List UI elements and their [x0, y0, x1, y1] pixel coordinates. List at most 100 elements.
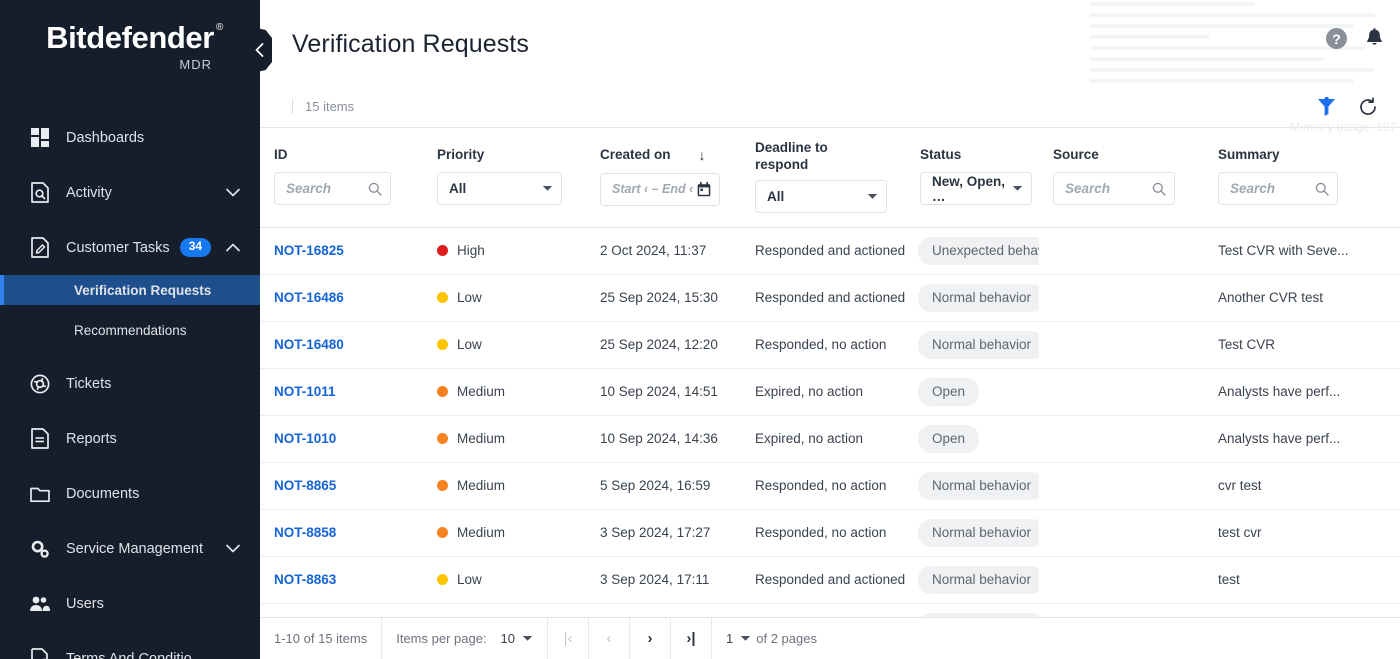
- cell-summary: Analysts have perf...: [1204, 603, 1400, 617]
- column-header-priority: Priority All: [423, 128, 586, 227]
- table-header: ID Search Priority: [260, 128, 1400, 227]
- documents-icon: [28, 482, 52, 506]
- sidebar-item-dashboards[interactable]: Dashboards: [0, 110, 260, 165]
- deadline-value: Responded, no action: [755, 525, 886, 540]
- first-page-button[interactable]: |‹: [548, 618, 589, 659]
- table-row[interactable]: NOT-8863Low3 Sep 2024, 17:11Responded an…: [260, 556, 1400, 603]
- table-row[interactable]: NOT-16825High2 Oct 2024, 11:37Responded …: [260, 227, 1400, 274]
- summary-value: Analysts have perf...: [1218, 384, 1350, 399]
- refresh-icon[interactable]: [1358, 97, 1378, 117]
- last-page-button[interactable]: ›|: [671, 618, 712, 659]
- deadline-value: Responded, no action: [755, 478, 886, 493]
- summary-search-placeholder: Search: [1230, 181, 1275, 196]
- request-id-link[interactable]: NOT-8865: [274, 478, 336, 493]
- main-content: Memory usage: 197 MB Verification Reques…: [260, 0, 1400, 659]
- column-header-created-on[interactable]: Created on ↓ Start ‹ – End ‹: [586, 128, 741, 227]
- sidebar-item-documents[interactable]: Documents: [0, 466, 260, 521]
- status-filter-select[interactable]: New, Open, …: [920, 172, 1032, 205]
- cell-status: Normal behavior: [906, 556, 1039, 603]
- cell-id: NOT-16480: [260, 321, 423, 368]
- cell-created-on: 10 Sep 2024, 14:36: [586, 415, 741, 462]
- sidebar-item-verification-requests[interactable]: Verification Requests: [0, 275, 260, 305]
- sidebar-item-service-management[interactable]: Service Management: [0, 521, 260, 576]
- help-icon[interactable]: ?: [1326, 28, 1347, 49]
- summary-value: Test CVR with Seve...: [1218, 243, 1350, 258]
- column-label: Deadline to respond: [755, 140, 867, 174]
- verification-requests-table: ID Search Priority: [260, 128, 1400, 617]
- items-per-page-control[interactable]: Items per page: 10: [382, 618, 548, 659]
- cell-priority: Medium: [423, 368, 586, 415]
- request-id-link[interactable]: NOT-16825: [274, 243, 344, 258]
- table-row[interactable]: NOT-8903Medium3 Sep 2024, 16:43Responded…: [260, 603, 1400, 617]
- request-id-link[interactable]: NOT-8863: [274, 572, 336, 587]
- summary-search-input[interactable]: Search: [1218, 172, 1338, 205]
- column-header-summary: Summary Search: [1204, 128, 1400, 227]
- cell-status: Open: [906, 368, 1039, 415]
- column-label-text: Created on: [600, 147, 671, 164]
- table-row[interactable]: NOT-8865 Medium 5 Sep 2024, 16:59 Responded…: [260, 462, 1400, 509]
- cell-summary: Another CVR test: [1204, 274, 1400, 321]
- sidebar-item-reports[interactable]: Reports: [0, 411, 260, 466]
- sidebar-subitem-label: Recommendations: [74, 323, 187, 338]
- cell-created-on: 25 Sep 2024, 15:30: [586, 274, 741, 321]
- cell-id: NOT-16825: [260, 227, 423, 274]
- request-id-link[interactable]: NOT-1010: [274, 431, 336, 446]
- column-label-text: Summary: [1218, 147, 1280, 164]
- sort-descending-icon[interactable]: ↓: [699, 147, 706, 165]
- page-number-select[interactable]: 1: [726, 631, 751, 646]
- request-id-link[interactable]: NOT-8858: [274, 525, 336, 540]
- cell-deadline: Expired, no action: [741, 368, 906, 415]
- table-row[interactable]: NOT-16486Low25 Sep 2024, 15:30Responded …: [260, 274, 1400, 321]
- sidebar-item-users[interactable]: Users: [0, 576, 260, 631]
- table-row[interactable]: NOT-16480Low25 Sep 2024, 12:20Responded,…: [260, 321, 1400, 368]
- created-on-daterange-input[interactable]: Start ‹ – End ‹: [600, 173, 720, 206]
- cell-id: NOT-8865: [260, 462, 423, 509]
- priority-label: Medium: [457, 478, 505, 493]
- cell-created-on: 10 Sep 2024, 14:51: [586, 368, 741, 415]
- sidebar-item-activity[interactable]: Activity: [0, 165, 260, 220]
- sidebar-item-recommendations[interactable]: Recommendations: [0, 315, 260, 345]
- next-page-button[interactable]: ›: [630, 618, 671, 659]
- sidebar-item-terms-and-conditions[interactable]: Terms And Conditio...: [0, 631, 260, 659]
- table-row[interactable]: NOT-1011 Medium 10 Sep 2024, 14:51Expired,…: [260, 368, 1400, 415]
- table-row[interactable]: NOT-8858Medium3 Sep 2024, 17:27Responded…: [260, 509, 1400, 556]
- priority-filter-select[interactable]: All: [437, 172, 562, 205]
- chevron-down-icon: [867, 193, 878, 200]
- created-on-value: 25 Sep 2024, 12:20: [600, 337, 718, 352]
- source-search-input[interactable]: Search: [1053, 172, 1175, 205]
- brand-logo: Bitdefender ® MDR: [0, 0, 260, 100]
- table-row[interactable]: NOT-1010Medium10 Sep 2024, 14:36Expired,…: [260, 415, 1400, 462]
- cell-id: NOT-1011: [260, 368, 423, 415]
- chevron-down-icon[interactable]: [226, 544, 240, 553]
- priority-dot: [437, 527, 448, 538]
- column-label-text: ID: [274, 147, 288, 164]
- priority-label: Low: [457, 572, 482, 587]
- id-search-input[interactable]: Search: [274, 172, 391, 205]
- app-root: Bitdefender ® MDR D: [0, 0, 1400, 659]
- cell-summary: cvr test: [1204, 462, 1400, 509]
- sidebar-item-customer-tasks[interactable]: Customer Tasks 34: [0, 220, 260, 275]
- funnel-filter-icon[interactable]: [1317, 97, 1336, 117]
- cell-created-on: 5 Sep 2024, 16:59: [586, 462, 741, 509]
- priority-label: Medium: [457, 384, 505, 399]
- items-per-page-select[interactable]: 10: [501, 631, 533, 646]
- deadline-filter-value: All: [767, 189, 784, 204]
- bell-icon[interactable]: [1365, 28, 1384, 49]
- sidebar-item-tickets[interactable]: Tickets: [0, 356, 260, 411]
- table-body: NOT-16825High2 Oct 2024, 11:37Responded …: [260, 227, 1400, 617]
- chevron-down-icon[interactable]: [226, 188, 240, 197]
- table-container: ID Search Priority: [260, 128, 1400, 617]
- collapse-sidebar-button[interactable]: [246, 26, 272, 74]
- deadline-filter-select[interactable]: All: [755, 180, 887, 213]
- column-label-text: Deadline to respond: [755, 140, 867, 174]
- request-id-link[interactable]: NOT-16486: [274, 290, 344, 305]
- topbar-actions: ?: [1326, 28, 1384, 49]
- brand-name: Bitdefender ®: [46, 22, 214, 53]
- cell-priority: Low: [423, 274, 586, 321]
- request-id-link[interactable]: NOT-16480: [274, 337, 344, 352]
- previous-page-button[interactable]: ‹: [589, 618, 630, 659]
- request-id-link[interactable]: NOT-1011: [274, 384, 336, 399]
- cell-id: NOT-8863: [260, 556, 423, 603]
- cell-priority: Low: [423, 321, 586, 368]
- chevron-up-icon[interactable]: [226, 243, 240, 252]
